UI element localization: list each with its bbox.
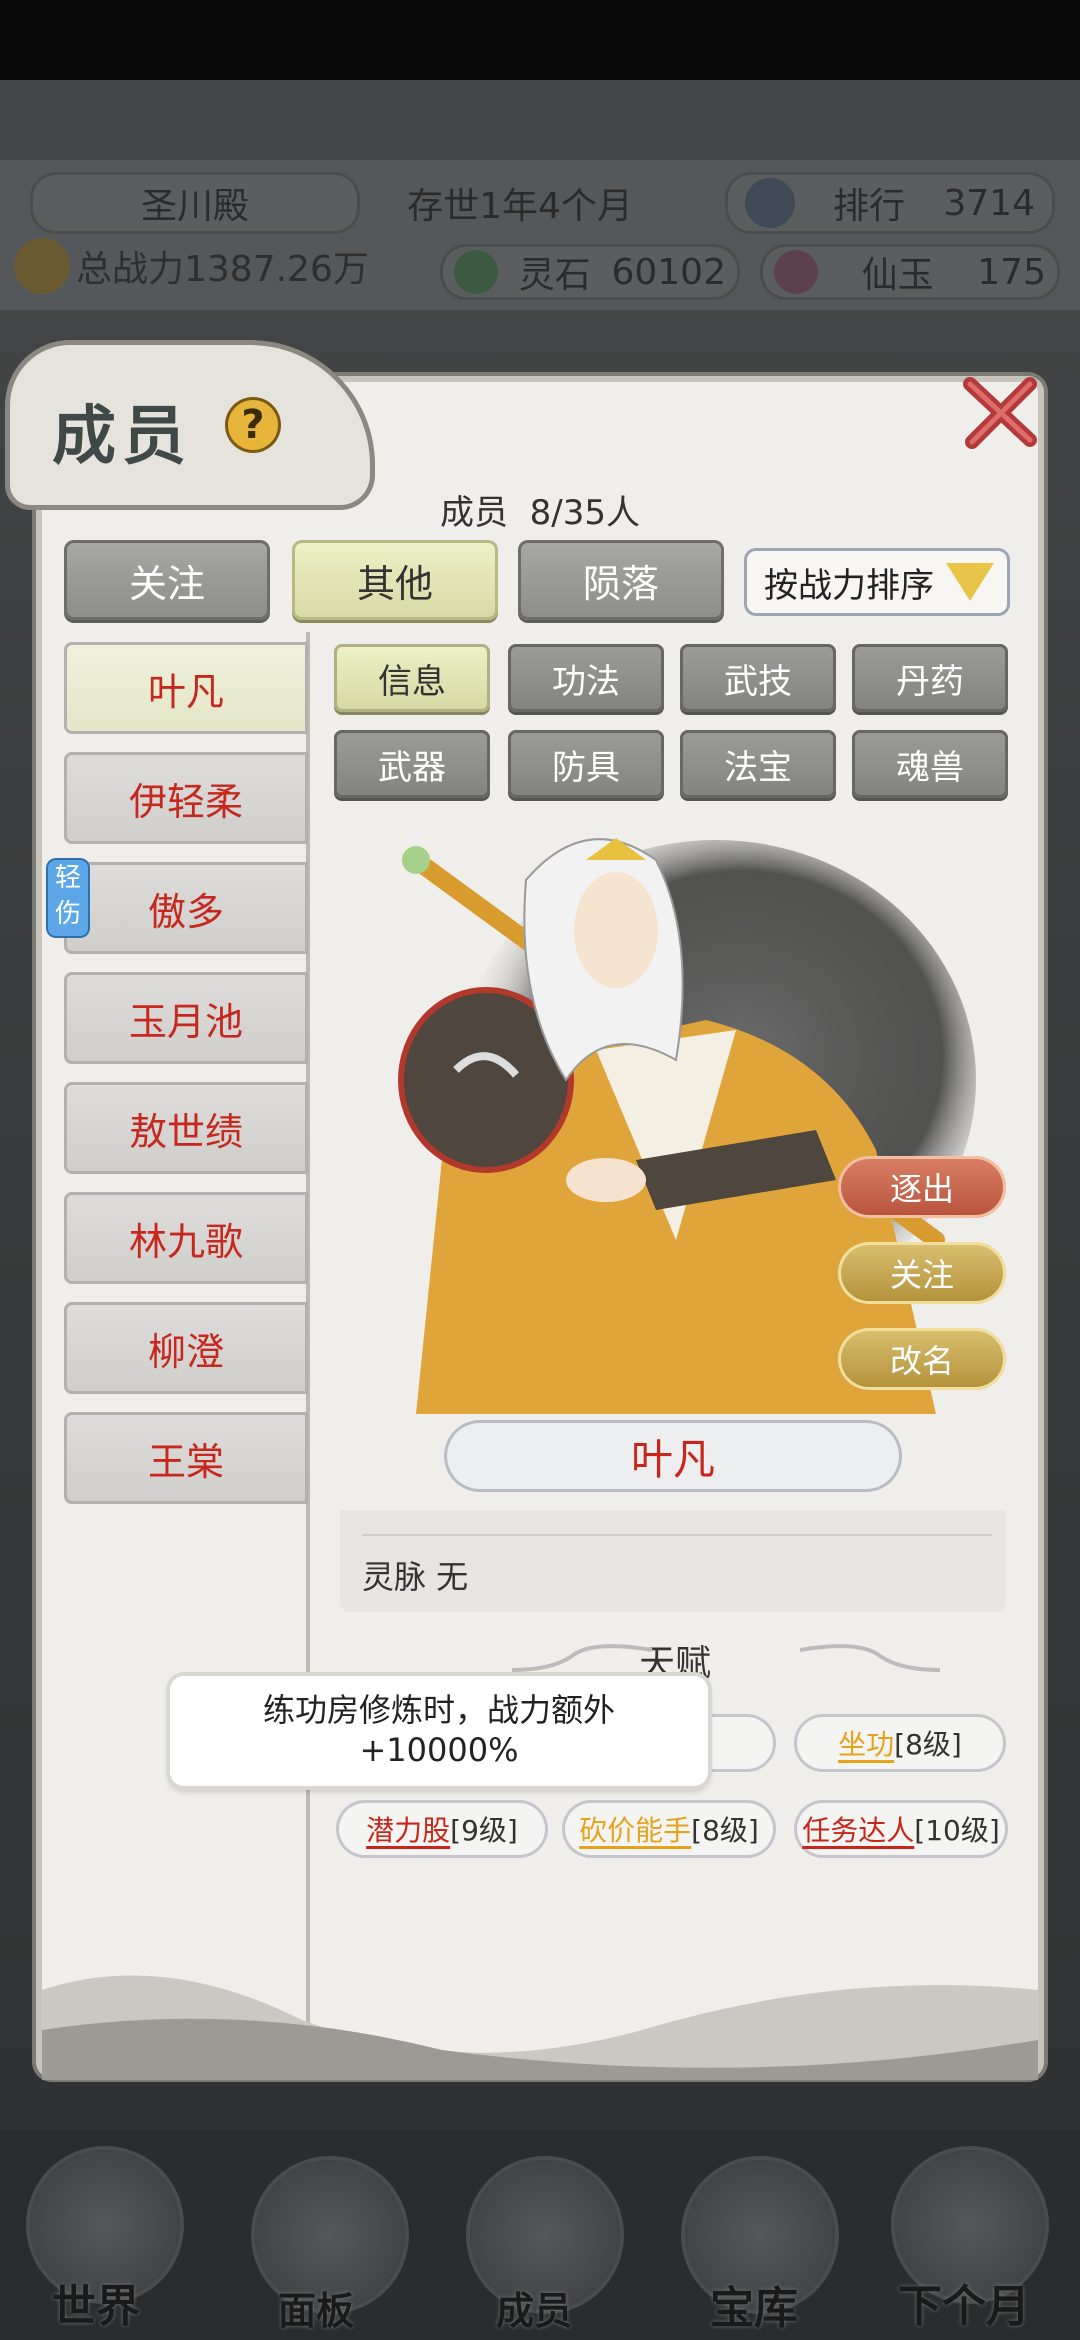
subtab-info[interactable]: 信息 xyxy=(334,644,490,712)
talent-item[interactable]: 坐功 [8级] xyxy=(794,1714,1006,1772)
subtab-weapon[interactable]: 武器 xyxy=(334,730,490,798)
modal-title: 成员 xyxy=(52,399,192,474)
sect-age-pill: 存世1年4个月 xyxy=(370,172,670,234)
talent-level: [8级] xyxy=(691,1814,759,1847)
sect-name-pill: 圣川殿 xyxy=(30,172,360,234)
spirit-stone-value: 60102 xyxy=(611,251,726,293)
spirit-stone-icon xyxy=(454,250,498,294)
rename-button[interactable]: 改名 xyxy=(838,1328,1006,1390)
tab-other[interactable]: 其他 xyxy=(292,540,498,620)
member-count: 成员 8/35人 xyxy=(0,485,1080,534)
talent-item[interactable]: 砍价能手 [8级] xyxy=(562,1800,776,1858)
rank-value: 3714 xyxy=(943,182,1035,224)
cloud-ornament-right xyxy=(799,1644,940,1672)
modal-bottom-ornament xyxy=(42,1975,1038,2080)
jade-value: 175 xyxy=(977,251,1046,293)
tooltip-line-1: 练功房修炼时，战力额外 xyxy=(262,1691,615,1729)
rank-label: 排行 xyxy=(833,186,906,227)
info-divider xyxy=(362,1534,992,1536)
nav-world[interactable]: 世界 xyxy=(52,2270,140,2334)
tab-fallen[interactable]: 陨落 xyxy=(518,540,724,620)
nav-members[interactable]: 成员 xyxy=(496,2280,572,2335)
member-item[interactable]: 叶凡 xyxy=(64,642,308,734)
jade-icon xyxy=(774,250,818,294)
member-item[interactable]: 敖世绩 xyxy=(64,1082,308,1174)
selected-member-name: 叶凡 xyxy=(444,1420,902,1492)
talent-item[interactable]: 任务达人 [10级] xyxy=(794,1800,1008,1858)
sort-label: 按战力排序 xyxy=(764,565,934,606)
expel-button[interactable]: 逐出 xyxy=(838,1156,1006,1218)
member-count-value: 8/35人 xyxy=(529,493,640,533)
character-portrait xyxy=(398,838,976,1414)
talent-name: 砍价能手 xyxy=(579,1814,692,1847)
injury-badge: 轻伤 xyxy=(48,860,88,936)
subtab-pill[interactable]: 丹药 xyxy=(852,644,1008,712)
talent-level: [10级] xyxy=(914,1814,1000,1847)
nav-next-month[interactable]: 下个月 xyxy=(898,2270,1030,2334)
jade-pill: 仙玉 175 xyxy=(760,244,1060,300)
member-item[interactable]: 傲多 xyxy=(64,862,308,954)
member-item[interactable]: 玉月池 xyxy=(64,972,308,1064)
talent-item[interactable]: 潜力股 [9级] xyxy=(336,1800,548,1858)
total-power-value: 总战力1387.26万 xyxy=(76,249,369,290)
talent-name: 潜力股 xyxy=(366,1814,451,1847)
member-item[interactable]: 林九歌 xyxy=(64,1192,308,1284)
subtab-skill[interactable]: 武技 xyxy=(680,644,836,712)
close-icon[interactable] xyxy=(960,372,1040,452)
follow-button[interactable]: 关注 xyxy=(838,1242,1006,1304)
help-icon[interactable]: ? xyxy=(228,400,278,450)
spirit-stone-pill: 灵石 60102 xyxy=(440,244,740,300)
subtab-technique[interactable]: 功法 xyxy=(508,644,664,712)
member-item[interactable]: 柳澄 xyxy=(64,1302,308,1394)
subtab-soul-beast[interactable]: 魂兽 xyxy=(852,730,1008,798)
talent-name: 任务达人 xyxy=(802,1814,915,1847)
rank-icon xyxy=(745,178,795,228)
talent-name: 坐功 xyxy=(838,1728,895,1761)
talent-tooltip: 练功房修炼时，战力额外 +10000% xyxy=(170,1676,708,1786)
member-item[interactable]: 王棠 xyxy=(64,1412,308,1504)
rank-pill[interactable]: 排行 3714 xyxy=(725,172,1055,234)
spirit-stone-label: 灵石 xyxy=(518,255,591,296)
sect-name: 圣川殿 xyxy=(140,186,249,227)
chevron-down-icon xyxy=(946,563,994,601)
nav-panel[interactable]: 面板 xyxy=(278,2280,354,2335)
member-count-label: 成员 xyxy=(440,493,508,533)
tab-follow[interactable]: 关注 xyxy=(64,540,270,620)
tooltip-line-2: +10000% xyxy=(359,1731,519,1769)
power-icon xyxy=(14,238,70,294)
jade-label: 仙玉 xyxy=(861,255,934,296)
cloud-ornament-left xyxy=(512,1644,653,1672)
sort-dropdown[interactable]: 按战力排序 xyxy=(744,548,1010,616)
subtab-artifact[interactable]: 法宝 xyxy=(680,730,836,798)
talent-level: [9级] xyxy=(450,1814,518,1847)
spirit-vein-row: 灵脉 无 xyxy=(362,1558,469,1596)
status-bar xyxy=(0,0,1080,80)
sect-age: 存世1年4个月 xyxy=(407,186,633,227)
total-power: 总战力1387.26万 xyxy=(14,238,369,294)
nav-treasury[interactable]: 宝库 xyxy=(710,2272,798,2336)
member-item[interactable]: 伊轻柔 xyxy=(64,752,308,844)
subtab-armor[interactable]: 防具 xyxy=(508,730,664,798)
talent-level: [8级] xyxy=(894,1728,962,1761)
